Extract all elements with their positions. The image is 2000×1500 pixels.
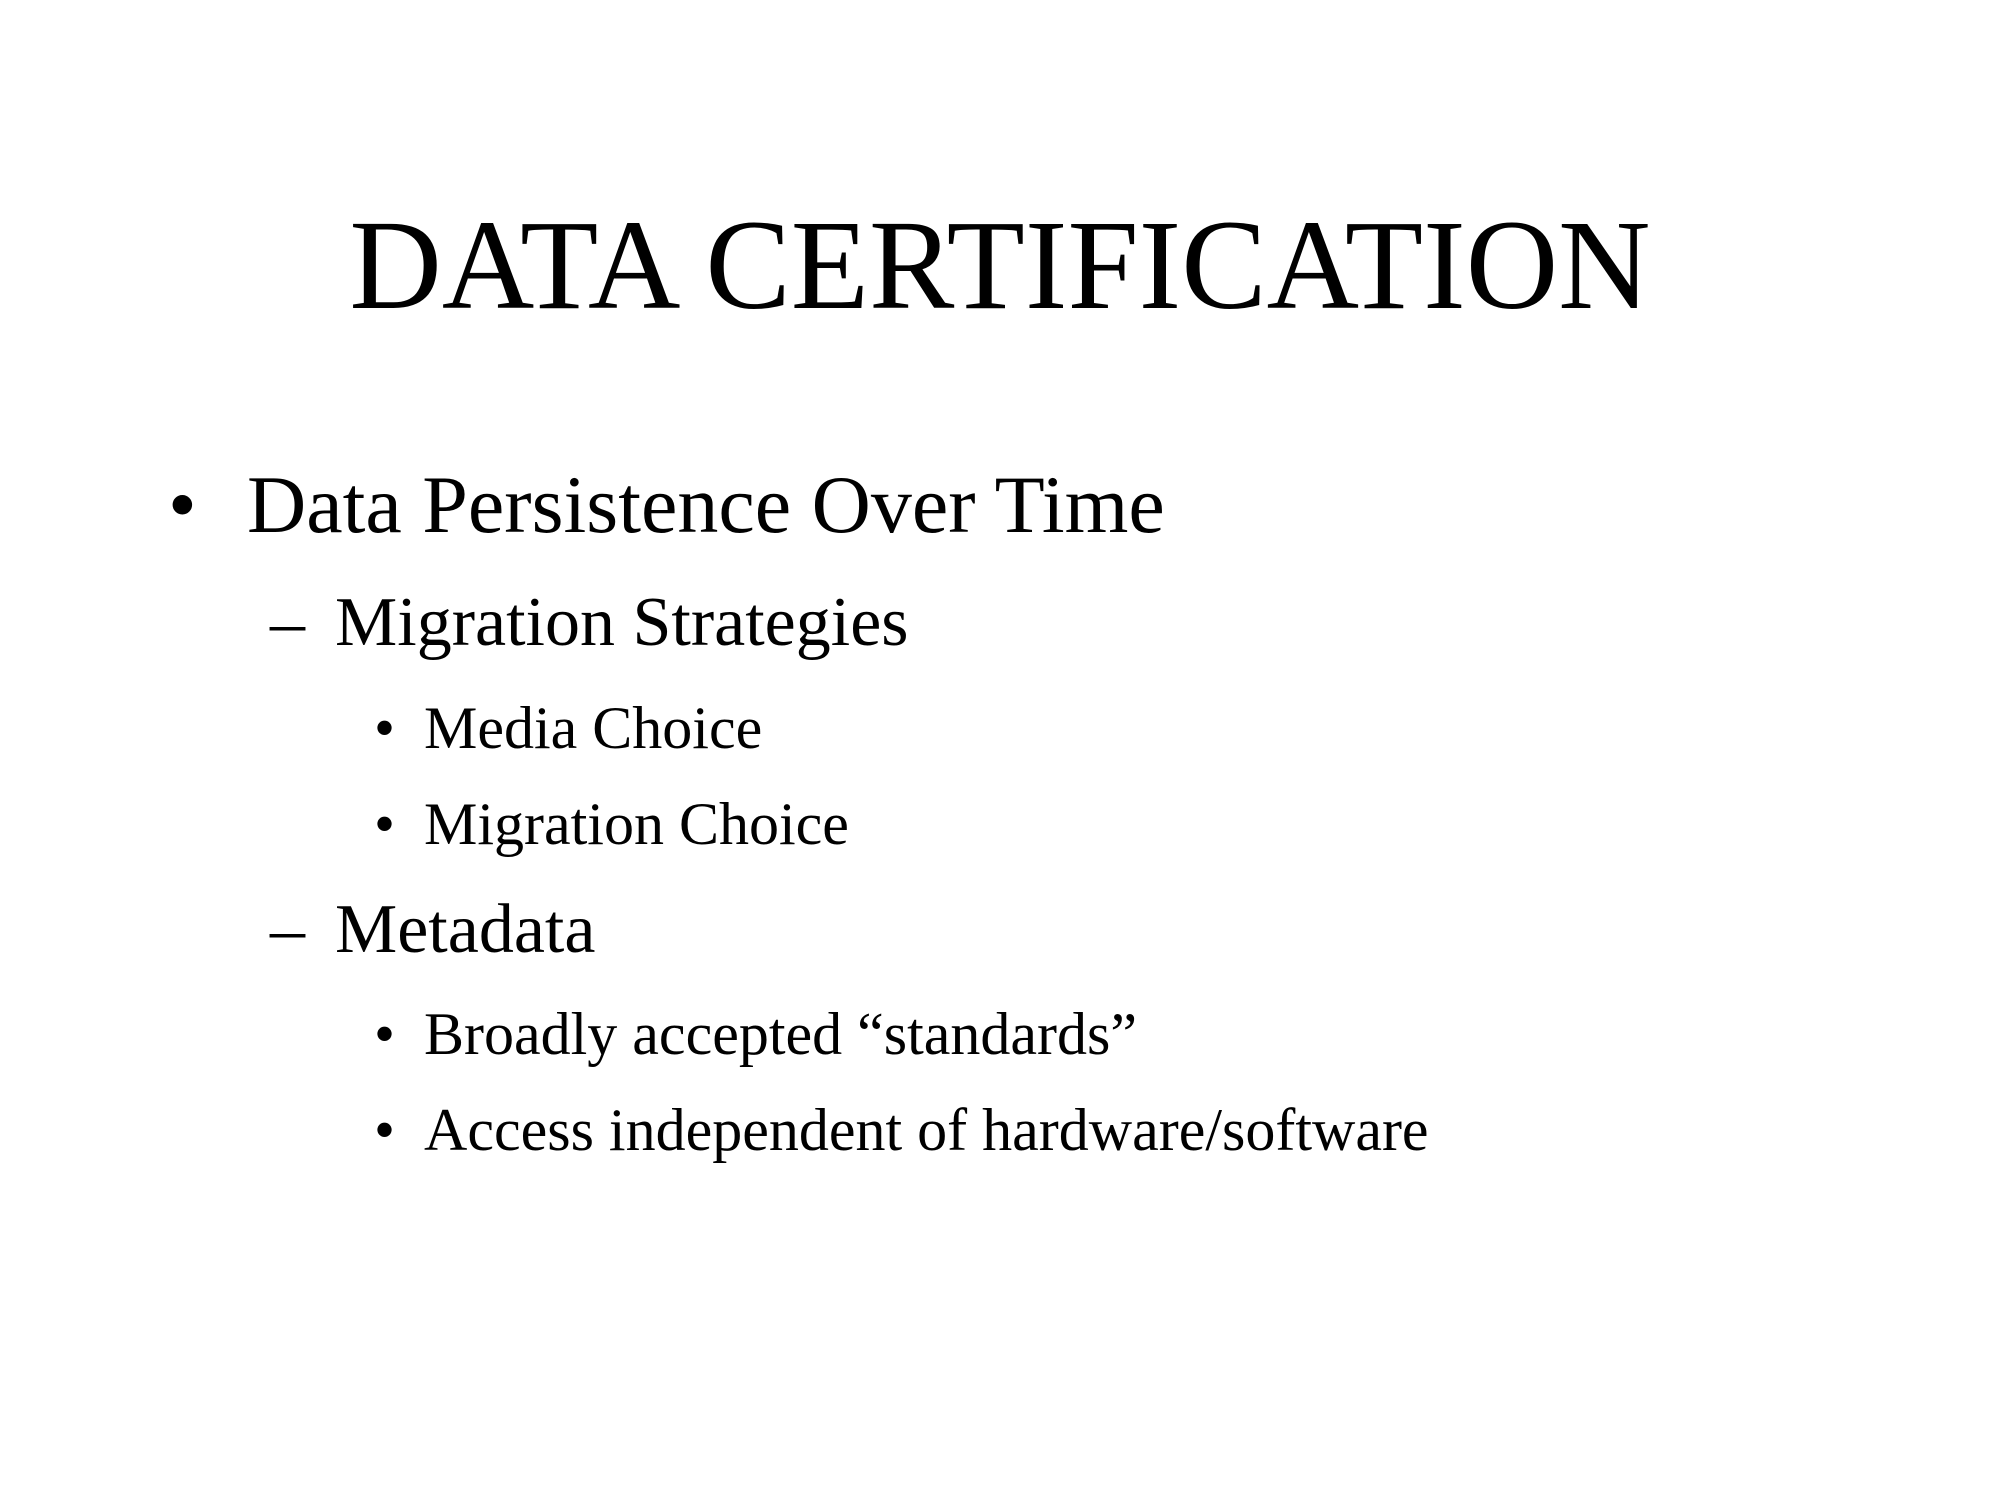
bullet-level-3: • Migration Choice — [0, 789, 2000, 859]
bullet-level-3: • Broadly accepted “standards” — [0, 999, 2000, 1069]
slide-title: DATA CERTIFICATION — [349, 194, 1651, 336]
bullet-dot-icon: • — [374, 1097, 396, 1163]
bullet-level-2: – Metadata — [0, 890, 2000, 970]
bullet-text: Access independent of hardware/software — [424, 1097, 1429, 1163]
bullet-dot-icon: • — [168, 459, 197, 550]
bullet-level-2: – Migration Strategies — [0, 583, 2000, 663]
bullet-text: Metadata — [335, 891, 596, 968]
dash-marker-icon: – — [270, 891, 305, 968]
bullet-text: Broadly accepted “standards” — [424, 1001, 1137, 1067]
slide: DATA CERTIFICATION • Data Persistence Ov… — [0, 0, 2000, 1500]
bullet-level-3: • Media Choice — [0, 693, 2000, 763]
bullet-text: Migration Strategies — [335, 584, 909, 661]
dash-marker-icon: – — [270, 584, 305, 661]
bullet-text: Migration Choice — [424, 791, 849, 857]
bullet-dot-icon: • — [374, 695, 396, 761]
bullet-text: Media Choice — [424, 695, 763, 761]
bullet-dot-icon: • — [374, 1001, 396, 1067]
bullet-level-1: • Data Persistence Over Time — [0, 460, 2000, 550]
bullet-text: Data Persistence Over Time — [247, 459, 1165, 550]
bullet-level-3: • Access independent of hardware/softwar… — [0, 1095, 2000, 1165]
bullet-dot-icon: • — [374, 791, 396, 857]
